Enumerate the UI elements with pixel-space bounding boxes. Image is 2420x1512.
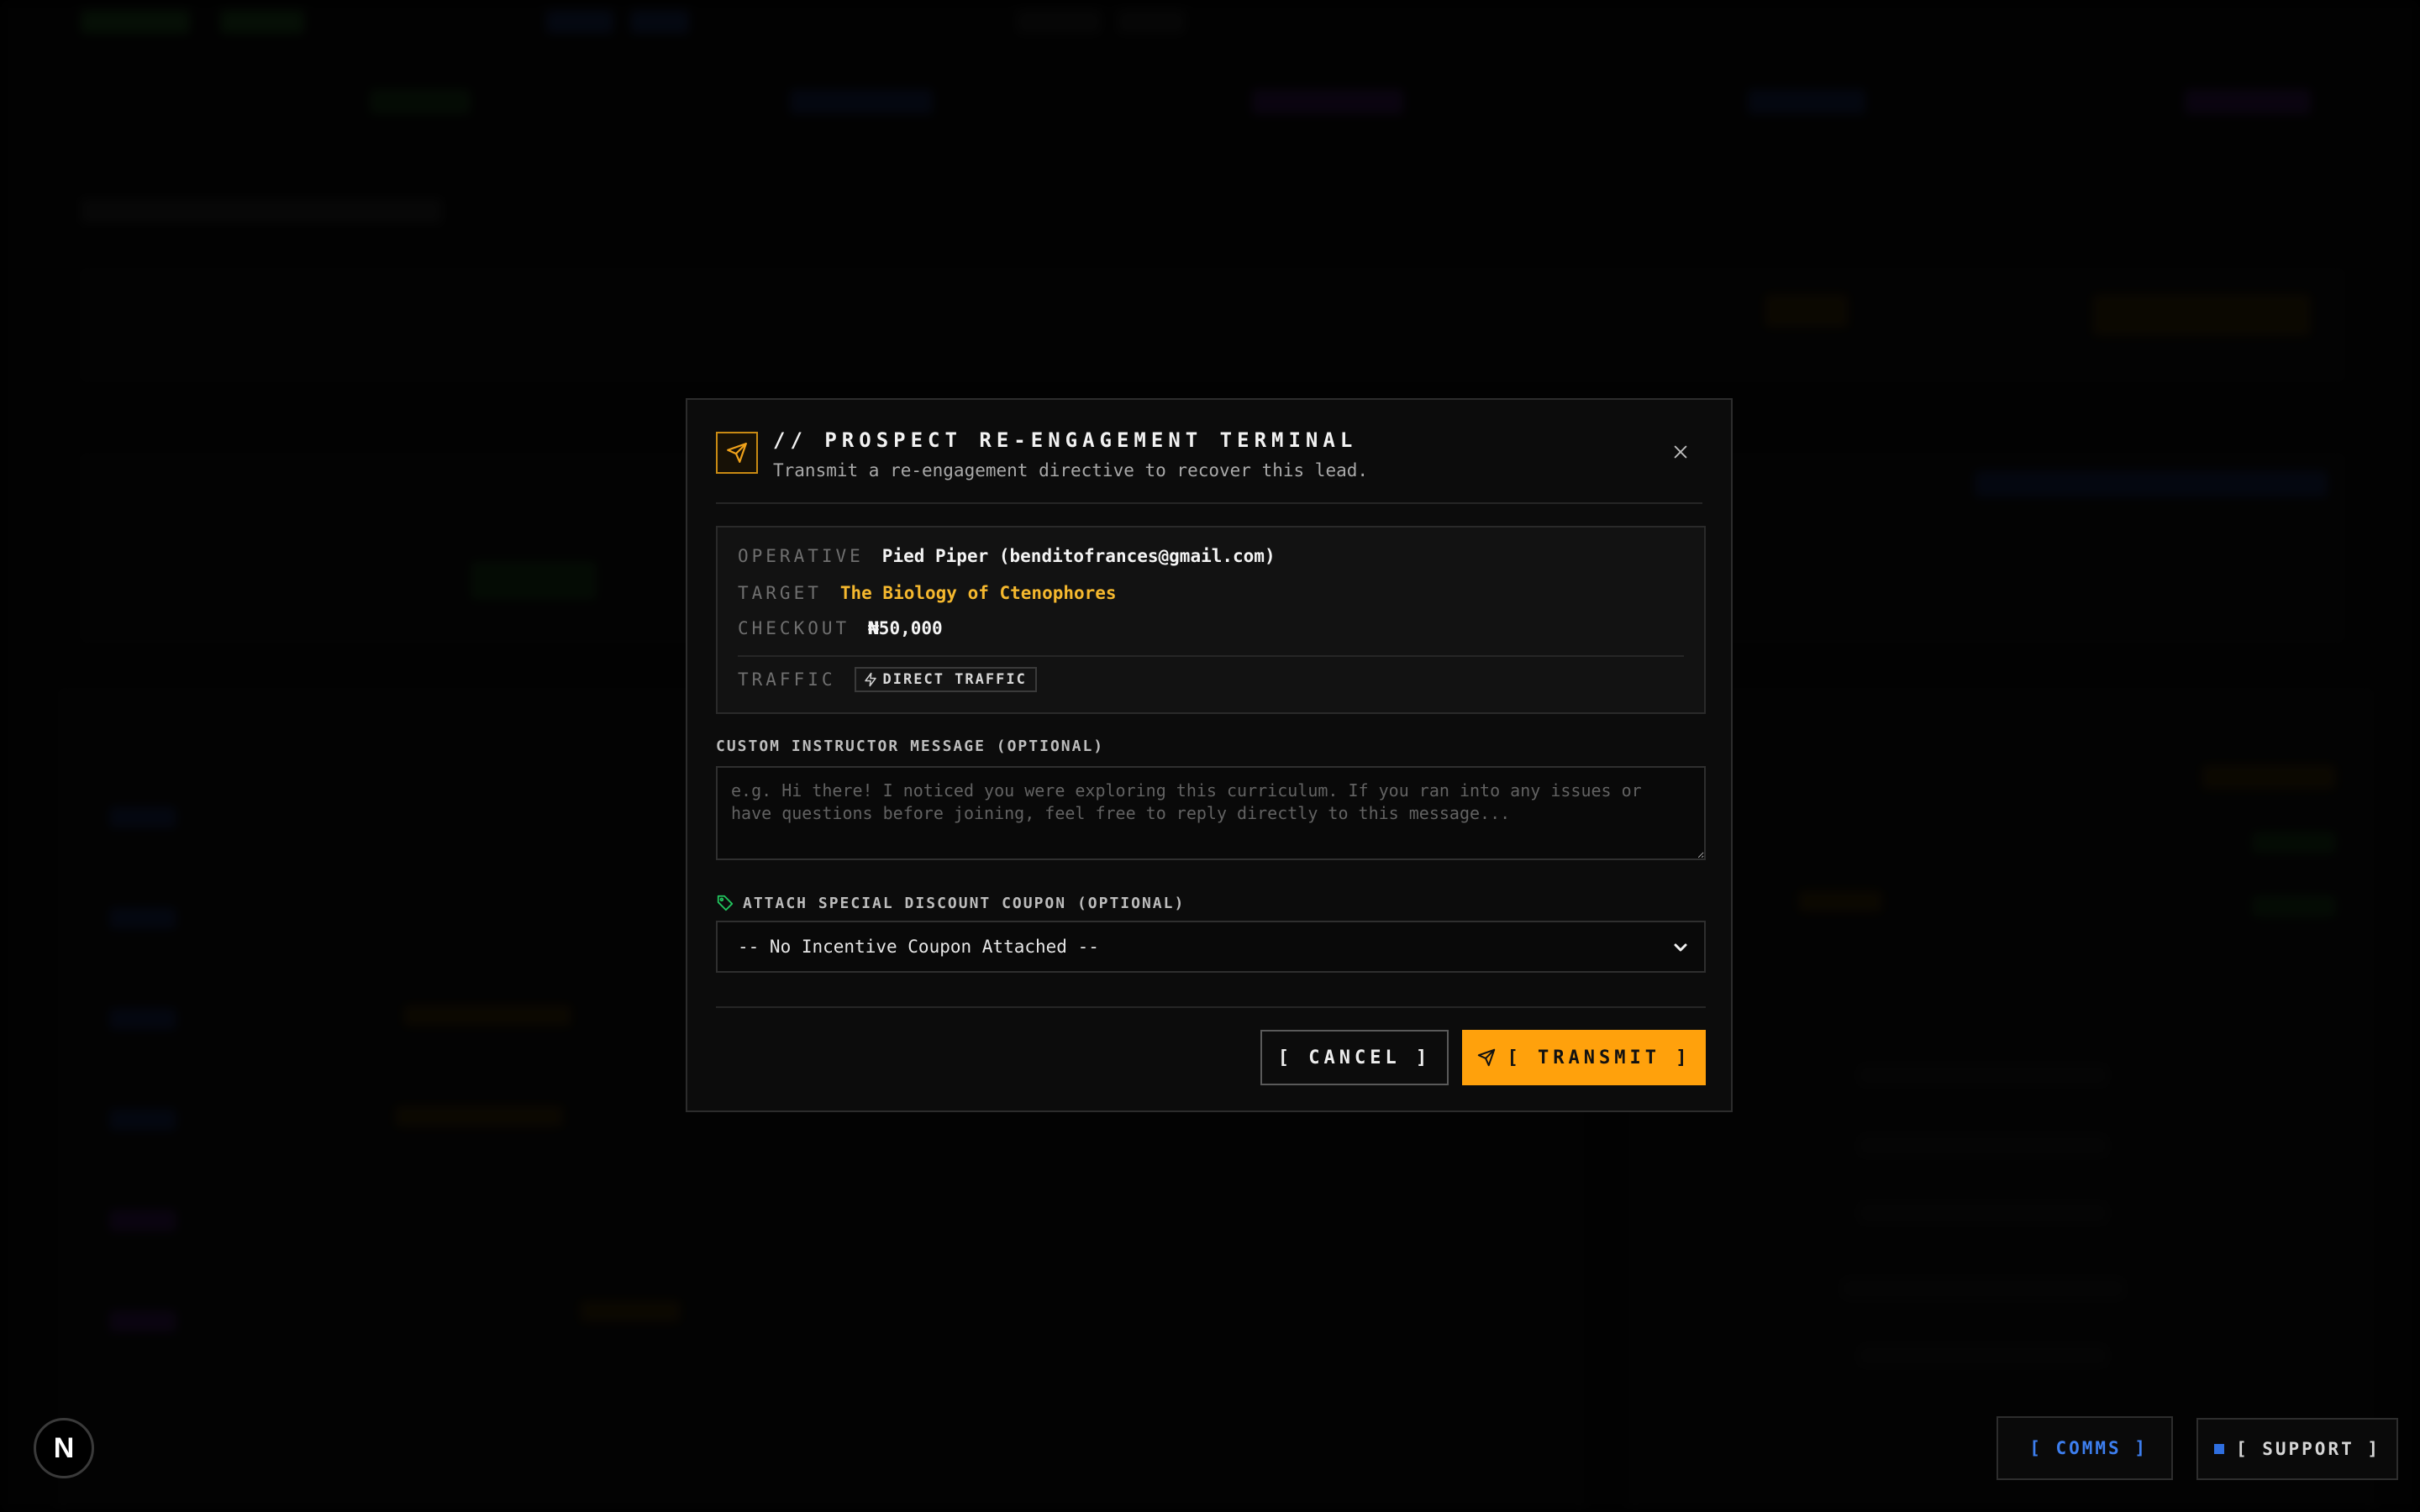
footer-divider [716, 1006, 1706, 1008]
tag-icon [717, 895, 734, 911]
send-icon [716, 432, 758, 474]
lead-info-panel: OPERATIVE Pied Piper (benditofrances@gma… [716, 526, 1706, 714]
message-label: CUSTOM INSTRUCTOR MESSAGE (OPTIONAL) [716, 738, 1105, 755]
target-row: TARGET The Biology of Ctenophores [738, 583, 1117, 603]
coupon-select[interactable]: -- No Incentive Coupon Attached -- [716, 921, 1706, 973]
instructor-message-input[interactable] [716, 766, 1706, 860]
close-button[interactable] [1664, 435, 1697, 469]
traffic-value: DIRECT TRAFFIC [882, 671, 1027, 688]
modal-title: // PROSPECT RE-ENGAGEMENT TERMINAL [773, 428, 1358, 452]
close-icon [1674, 445, 1687, 459]
target-value: The Biology of Ctenophores [839, 583, 1117, 603]
logo-letter: N [53, 1431, 75, 1464]
cancel-button[interactable]: [ CANCEL ] [1260, 1030, 1449, 1085]
checkout-row: CHECKOUT ₦50,000 [738, 618, 943, 638]
coupon-select-value: -- No Incentive Coupon Attached -- [738, 937, 1099, 957]
operative-label: OPERATIVE [738, 546, 864, 566]
re-engagement-modal: // PROSPECT RE-ENGAGEMENT TERMINAL Trans… [686, 398, 1733, 1112]
operative-row: OPERATIVE Pied Piper (benditofrances@gma… [738, 546, 1276, 566]
checkout-label: CHECKOUT [738, 618, 850, 638]
modal-header: // PROSPECT RE-ENGAGEMENT TERMINAL Trans… [716, 400, 1702, 504]
coupon-label-row: ATTACH SPECIAL DISCOUNT COUPON (OPTIONAL… [716, 894, 1185, 912]
transmit-button-label: [ TRANSMIT ] [1507, 1047, 1691, 1068]
comms-button[interactable]: [ COMMS ] [1996, 1416, 2173, 1480]
info-divider [738, 655, 1684, 657]
send-icon [1477, 1048, 1495, 1067]
transmit-button[interactable]: [ TRANSMIT ] [1462, 1030, 1706, 1085]
support-button[interactable]: [ SUPPORT ] [2196, 1418, 2398, 1480]
chevron-down-icon [1674, 943, 1687, 952]
coupon-label: ATTACH SPECIAL DISCOUNT COUPON (OPTIONAL… [743, 894, 1186, 912]
logo-badge[interactable]: N [34, 1418, 94, 1478]
operative-value: Pied Piper (benditofrances@gmail.com) [881, 546, 1276, 566]
support-button-label: [ SUPPORT ] [2235, 1439, 2381, 1459]
checkout-value: ₦50,000 [868, 618, 943, 638]
target-label: TARGET [738, 583, 822, 603]
traffic-badge: DIRECT TRAFFIC [854, 667, 1037, 692]
traffic-row: TRAFFIC DIRECT TRAFFIC [738, 667, 1037, 692]
modal-subtitle: Transmit a re-engagement directive to re… [773, 460, 1369, 480]
status-dot-icon [2213, 1444, 2224, 1454]
bolt-icon [864, 672, 876, 687]
traffic-label: TRAFFIC [738, 669, 836, 690]
